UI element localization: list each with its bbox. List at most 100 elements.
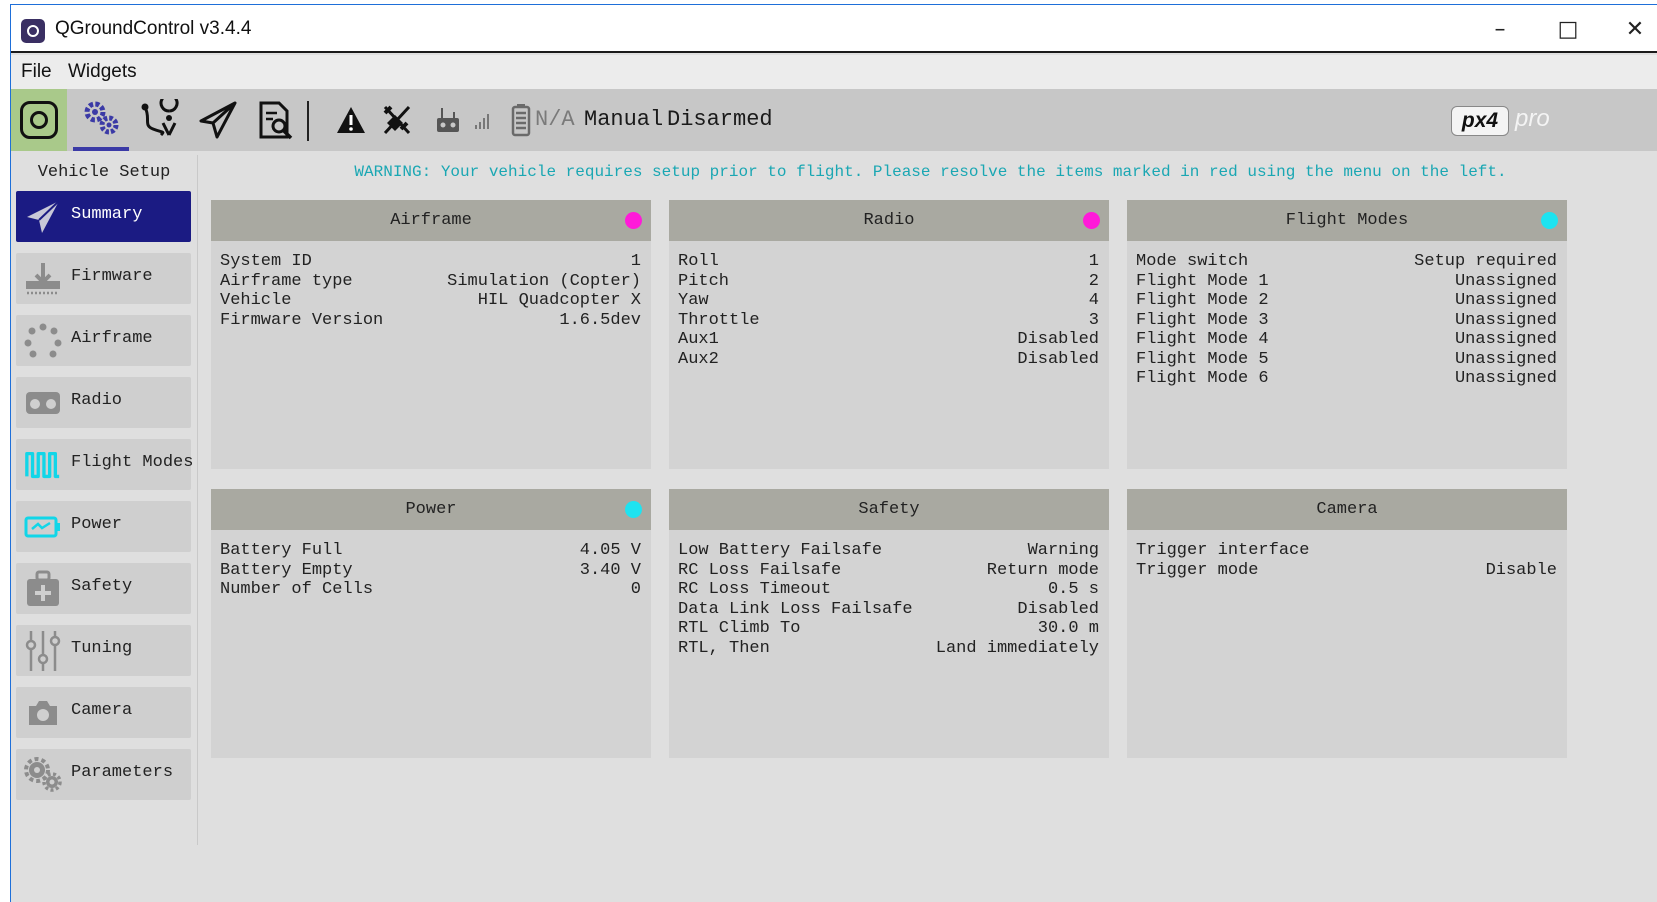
tuning-sliders-icon xyxy=(24,631,62,671)
rc-transmitter-icon xyxy=(437,108,459,132)
px4-badge: px4 xyxy=(1451,106,1509,136)
panel-title: Power xyxy=(405,500,457,519)
summary-row: Number of Cells 0 xyxy=(220,580,641,600)
panel-header: Safety xyxy=(669,489,1109,530)
sidebar-item-summary[interactable]: Summary xyxy=(16,191,191,242)
sidebar-item-power[interactable]: Power xyxy=(16,501,191,552)
summary-row: Battery Full 4.05 V xyxy=(220,541,641,561)
summary-row: Mode switch Setup required xyxy=(1136,252,1557,272)
menu-widgets[interactable]: Widgets xyxy=(68,61,137,83)
panel-rows: Low Battery Failsafe Warning RC Loss Fails… xyxy=(678,541,1099,658)
close-button[interactable]: ✕ xyxy=(1612,13,1657,47)
airframe-summary-panel[interactable]: Airframe System ID 1 Airframe type Simulati… xyxy=(211,200,651,469)
safety-summary-panel[interactable]: Safety Low Battery Failsafe Warning RC Los… xyxy=(669,489,1109,758)
rssi-indicator[interactable] xyxy=(473,89,493,151)
panel-title: Airframe xyxy=(390,211,472,230)
menu-file[interactable]: File xyxy=(21,61,52,83)
radio-transmitter-icon xyxy=(24,385,62,421)
sidebar-item-camera[interactable]: Camera xyxy=(16,687,191,738)
row-value: HIL Quadcopter X xyxy=(477,291,641,310)
panel-title: Camera xyxy=(1316,500,1378,519)
battery-indicator[interactable] xyxy=(511,89,531,151)
row-label: Trigger interface xyxy=(1136,541,1310,560)
row-label: Firmware Version xyxy=(220,310,384,330)
sidebar-item-parameters[interactable]: Parameters xyxy=(16,749,191,800)
row-value: 1 xyxy=(630,252,641,271)
fly-view-button[interactable] xyxy=(193,89,243,151)
sidebar-item-label: Parameters xyxy=(71,763,174,782)
row-label: Airframe type xyxy=(220,271,353,291)
summary-row: Flight Mode 4 Unassigned xyxy=(1136,330,1557,350)
sidebar-item-label: Flight Modes xyxy=(71,453,194,472)
minimize-button[interactable]: – xyxy=(1477,13,1523,47)
summary-row: Firmware Version 1.6.5dev xyxy=(220,311,641,331)
row-label: Trigger mode xyxy=(1136,560,1259,580)
summary-row: Vehicle HIL Quadcopter X xyxy=(220,291,641,311)
panel-header: Radio xyxy=(669,200,1109,241)
panel-header: Airframe xyxy=(211,200,651,241)
row-label: Data Link Loss Failsafe xyxy=(678,599,913,619)
summary-row: Trigger interface xyxy=(1136,541,1557,561)
sidebar-item-firmware[interactable]: Firmware xyxy=(16,253,191,304)
vehicle-setup-button[interactable] xyxy=(73,89,129,151)
sidebar-item-label: Safety xyxy=(71,577,133,596)
row-value: 2 xyxy=(1088,271,1099,291)
row-value: Return mode xyxy=(986,560,1099,580)
battery-icon xyxy=(511,104,531,137)
setup-status-indicator xyxy=(625,501,642,518)
row-value: 0 xyxy=(630,580,641,599)
row-value: 30.0 m xyxy=(1037,619,1099,638)
row-value: Disabled xyxy=(1017,330,1099,349)
summary-row: RTL, Then Land immediately xyxy=(678,639,1099,659)
battery-value: N/A xyxy=(535,107,575,132)
summary-row: Aux1 Disabled xyxy=(678,330,1099,350)
sidebar-item-radio[interactable]: Radio xyxy=(16,377,191,428)
sidebar-item-safety[interactable]: Safety xyxy=(16,563,191,614)
power-summary-panel[interactable]: Power Battery Full 4.05 V Battery Empty 3.4… xyxy=(211,489,651,758)
paper-plane-icon xyxy=(24,199,62,235)
flight-mode-selector[interactable]: Manual xyxy=(584,107,663,132)
summary-row: Data Link Loss Failsafe Disabled xyxy=(678,600,1099,620)
maximize-button[interactable]: □ xyxy=(1545,13,1591,47)
arm-state-indicator[interactable]: Disarmed xyxy=(667,107,773,132)
vehicle-setup-sidebar: Vehicle Setup Summary Firmware Airframe … xyxy=(11,151,197,902)
sidebar-item-airframe[interactable]: Airframe xyxy=(16,315,191,366)
row-label: RTL, Then xyxy=(678,638,770,658)
radio-summary-panel[interactable]: Radio Roll 1 Pitch 2 Yaw 4 Throttle 3 Aux1 Disabl… xyxy=(669,200,1109,469)
qgc-app-icon xyxy=(21,19,45,43)
flight-modes-wave-icon xyxy=(24,447,62,483)
summary-row: Trigger mode Disable xyxy=(1136,561,1557,581)
row-value: 1 xyxy=(1088,252,1099,271)
row-label: Vehicle xyxy=(220,291,292,310)
row-label: RC Loss Timeout xyxy=(678,580,832,599)
flight-modes-summary-panel[interactable]: Flight Modes Mode switch Setup required Fl… xyxy=(1127,200,1567,469)
row-value: 4 xyxy=(1088,291,1099,310)
download-firmware-icon xyxy=(24,261,62,297)
row-label: Aux2 xyxy=(678,349,719,369)
summary-row: Flight Mode 5 Unassigned xyxy=(1136,350,1557,370)
sidebar-item-label: Firmware xyxy=(71,267,153,286)
plan-route-icon xyxy=(141,99,179,137)
row-label: Low Battery Failsafe xyxy=(678,541,883,560)
summary-row: System ID 1 xyxy=(220,252,641,272)
summary-row: Flight Mode 6 Unassigned xyxy=(1136,369,1557,389)
sidebar-divider xyxy=(197,155,198,845)
summary-row: Flight Mode 1 Unassigned xyxy=(1136,272,1557,292)
message-indicator[interactable] xyxy=(335,89,367,151)
window-title: QGroundControl v3.4.4 xyxy=(55,18,252,39)
title-bar: QGroundControl v3.4.4 – □ ✕ xyxy=(11,5,1657,53)
px4-pro-logo: px4 pro xyxy=(1451,105,1571,137)
camera-summary-panel[interactable]: Camera Trigger interface Trigger mode Disa… xyxy=(1127,489,1567,758)
plan-view-button[interactable] xyxy=(135,89,185,151)
panel-header: Power xyxy=(211,489,651,530)
gps-no-fix-icon xyxy=(383,105,411,135)
gps-indicator[interactable] xyxy=(381,89,413,151)
sidebar-item-flight-modes[interactable]: Flight Modes xyxy=(16,439,194,490)
main-toolbar: N/A Manual Disarmed px4 pro xyxy=(11,89,1657,151)
rc-indicator[interactable] xyxy=(435,89,461,151)
row-label: Flight Mode 5 xyxy=(1136,349,1269,369)
analyze-view-button[interactable] xyxy=(251,89,301,151)
qgc-logo-button[interactable] xyxy=(11,89,67,151)
sidebar-item-tuning[interactable]: Tuning xyxy=(16,625,191,676)
setup-status-indicator xyxy=(1083,212,1100,229)
